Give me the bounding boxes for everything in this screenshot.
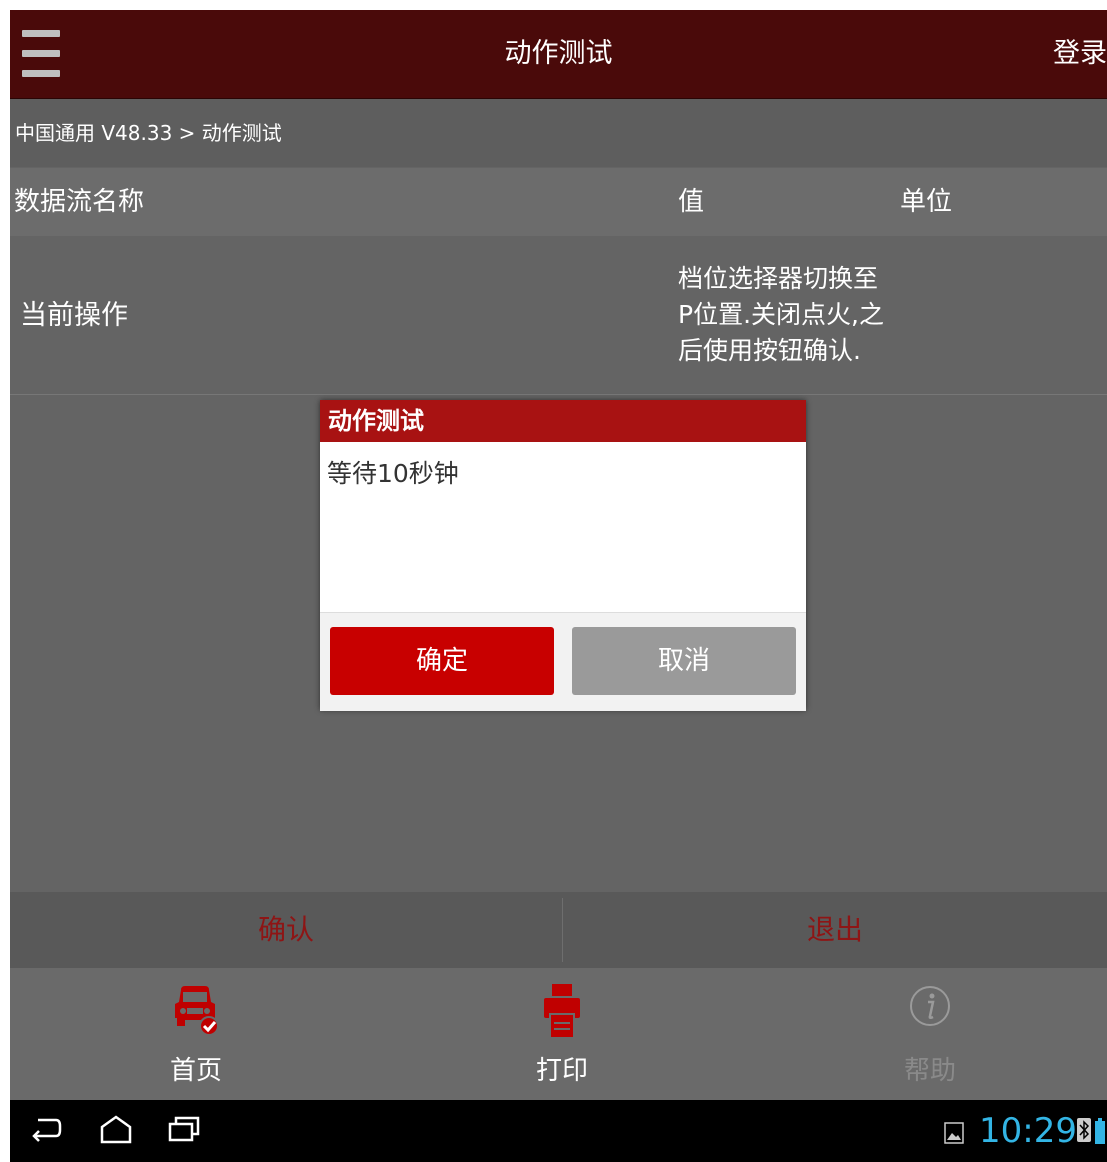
dialog-footer: 确定 取消 bbox=[320, 612, 806, 711]
recent-apps-icon[interactable] bbox=[168, 1114, 200, 1144]
dialog-message: 等待10秒钟 bbox=[327, 459, 459, 488]
action-test-dialog: 动作测试 等待10秒钟 确定 取消 bbox=[320, 400, 806, 711]
dialog-title: 动作测试 bbox=[320, 400, 806, 442]
battery-icon bbox=[1095, 1118, 1105, 1144]
dialog-ok-button[interactable]: 确定 bbox=[330, 627, 554, 695]
back-icon[interactable] bbox=[30, 1114, 62, 1144]
system-nav-bar: 10:29 bbox=[10, 1100, 1107, 1162]
bluetooth-icon bbox=[1077, 1118, 1091, 1142]
dialog-cancel-button[interactable]: 取消 bbox=[572, 627, 796, 695]
app-window: 动作测试 登录 中国通用 V48.33 > 动作测试 数据流名称 值 单位 当前… bbox=[10, 10, 1107, 1162]
dialog-overlay: 动作测试 等待10秒钟 确定 取消 bbox=[10, 10, 1107, 1100]
gallery-notification-icon bbox=[944, 1122, 964, 1144]
home-icon[interactable] bbox=[98, 1114, 134, 1144]
clock: 10:29 bbox=[979, 1111, 1077, 1151]
